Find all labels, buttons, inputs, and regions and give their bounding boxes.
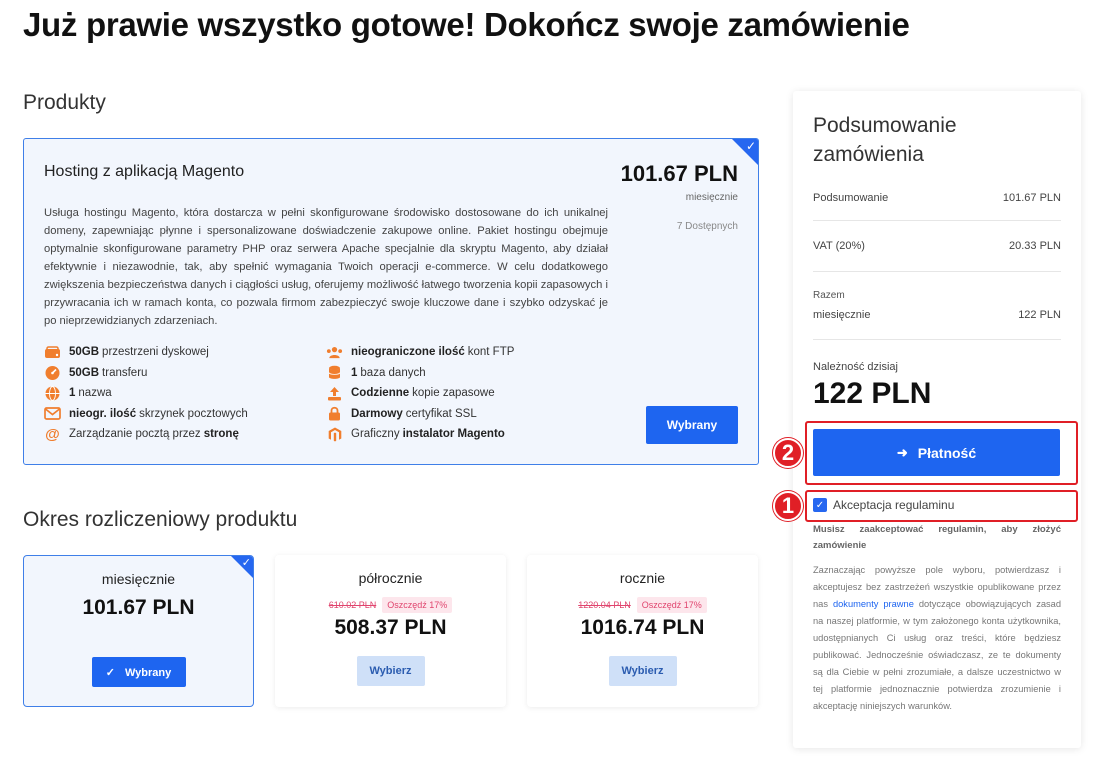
feature-text: skrzynek pocztowych — [139, 407, 248, 420]
feature-text: certyfikat SSL — [405, 407, 477, 420]
check-icon: ✓ — [105, 666, 115, 679]
annotation-badge-1: 1 — [773, 491, 803, 521]
globe-icon — [44, 385, 61, 401]
feature-text: transferu — [102, 366, 148, 379]
check-icon: ✓ — [745, 139, 756, 153]
billing-save-badge: Oszczędź 17% — [636, 597, 707, 613]
legal-documents-link[interactable]: dokumenty prawne — [833, 599, 914, 609]
feature-list: 50GB przestrzeni dyskowej nieograniczone … — [44, 343, 624, 444]
feature-text: przestrzeni dyskowej — [102, 346, 209, 359]
upload-icon — [326, 386, 343, 401]
feature-bold: 1 — [69, 387, 76, 400]
lock-icon — [326, 406, 343, 421]
billing-choose-button[interactable]: Wybierz — [608, 656, 677, 686]
product-description: Usługa hostingu Magento, która dostarcza… — [44, 207, 608, 327]
product-card[interactable]: ✓ Hosting z aplikacją Magento 101.67 PLN… — [23, 138, 759, 465]
feature-item: 50GB transferu — [44, 364, 326, 383]
due-today-amount: 122 PLN — [813, 377, 932, 410]
envelope-icon — [44, 406, 61, 421]
feature-bold: nieograniczone ilość — [351, 346, 465, 359]
summary-total-row: miesięcznie 122 PLN — [813, 309, 1061, 321]
terms-warning: Musisz zaakceptować regulamin, aby złoży… — [813, 524, 1061, 551]
feature-item: Graficzny instalator Magento — [326, 425, 616, 444]
billing-discount-row: 610.02 PLN Oszczędź 17% — [275, 597, 506, 613]
billing-old-price: 1220.04 PLN — [578, 600, 631, 610]
feature-text: kont FTP — [467, 346, 515, 359]
feature-bold: Darmowy — [351, 407, 403, 420]
billing-price: 101.67 PLN — [82, 596, 195, 619]
feature-item: nieogr. ilość skrzynek pocztowych — [44, 405, 326, 424]
feature-bold: nieogr. ilość — [69, 407, 137, 420]
terms-text: Zaznaczając powyższe pole wyboru, potwie… — [813, 562, 1061, 715]
highlight-pay-box — [805, 421, 1078, 485]
feature-item: Codzienne kopie zapasowe — [326, 384, 616, 403]
product-period: miesięcznie — [685, 192, 738, 203]
feature-bold: stronę — [203, 428, 239, 441]
billing-button-label: Wybrany — [124, 666, 172, 679]
total-label: miesięcznie — [813, 309, 871, 321]
terms-text-part: dotyczące obowiązujących zasad na naszej… — [813, 599, 1062, 711]
billing-option-monthly[interactable]: ✓ miesięcznie 101.67 PLN ✓ Wybrany — [23, 555, 254, 707]
feature-bold: Codzienne — [351, 387, 410, 400]
feature-item: @ Zarządzanie pocztą przez stronę — [44, 425, 326, 444]
product-availability: 7 Dostępnych — [676, 221, 738, 232]
feature-bold: 1 — [351, 366, 358, 379]
billing-section-title: Okres rozliczeniowy produktu — [23, 508, 298, 531]
product-selected-button[interactable]: Wybrany — [646, 406, 738, 444]
users-icon — [326, 345, 343, 360]
summary-subtotal-row: Podsumowanie 101.67 PLN — [813, 192, 1061, 204]
due-today-label: Należność dzisiaj — [813, 361, 898, 373]
divider — [813, 271, 1061, 272]
billing-old-price: 610.02 PLN — [328, 600, 377, 610]
feature-bold: 50GB — [69, 346, 100, 359]
billing-selected-button[interactable]: ✓ Wybrany — [91, 657, 186, 687]
check-icon: ✓ — [241, 557, 251, 569]
divider — [813, 220, 1061, 221]
billing-label: rocznie — [619, 570, 666, 586]
vat-value: 20.33 PLN — [1009, 240, 1061, 252]
subtotal-value: 101.67 PLN — [1002, 192, 1061, 204]
billing-price: 1016.74 PLN — [580, 616, 705, 639]
magento-icon — [326, 427, 343, 442]
billing-label: miesięcznie — [101, 571, 176, 587]
feature-text: Graficzny — [351, 428, 400, 441]
feature-bold: instalator Magento — [402, 428, 505, 441]
feature-item: Darmowy certyfikat SSL — [326, 405, 616, 424]
billing-label: półrocznie — [358, 570, 423, 586]
summary-title: Podsumowanie zamówienia — [813, 114, 957, 166]
feature-text: kopie zapasowe — [412, 387, 495, 400]
order-summary: Podsumowanie zamówienia Podsumowanie 101… — [793, 91, 1081, 748]
billing-price: 508.37 PLN — [334, 616, 447, 639]
product-name: Hosting z aplikacją Magento — [44, 163, 245, 180]
highlight-terms-box — [805, 490, 1078, 522]
database-icon — [326, 365, 343, 380]
feature-text: baza danych — [360, 366, 426, 379]
total-caption: Razem — [813, 290, 845, 301]
feature-item: 50GB przestrzeni dyskowej — [44, 343, 326, 362]
product-price: 101.67 PLN — [620, 161, 738, 186]
feature-text: Zarządzanie pocztą przez — [69, 428, 201, 441]
products-section-title: Produkty — [23, 91, 106, 114]
speedometer-icon — [44, 365, 61, 381]
billing-choose-button[interactable]: Wybierz — [356, 656, 425, 686]
feature-text: nazwa — [78, 387, 112, 400]
total-value: 122 PLN — [1018, 309, 1061, 321]
page-title: Już prawie wszystko gotowe! Dokończ swoj… — [23, 6, 910, 43]
subtotal-label: Podsumowanie — [813, 192, 889, 204]
at-icon: @ — [45, 425, 60, 443]
vat-label: VAT (20%) — [813, 240, 865, 252]
disk-icon — [44, 345, 61, 360]
divider — [813, 339, 1061, 340]
billing-option-yearly[interactable]: rocznie 1220.04 PLN Oszczędź 17% 1016.74… — [527, 555, 758, 707]
feature-item: 1 nazwa — [44, 384, 326, 403]
billing-option-halfyear[interactable]: półrocznie 610.02 PLN Oszczędź 17% 508.3… — [275, 555, 506, 707]
annotation-badge-2: 2 — [773, 438, 803, 468]
billing-save-badge: Oszczędź 17% — [382, 597, 453, 613]
feature-item: nieograniczone ilość kont FTP — [326, 343, 616, 362]
summary-vat-row: VAT (20%) 20.33 PLN — [813, 240, 1061, 252]
feature-bold: 50GB — [69, 366, 100, 379]
feature-item: 1 baza danych — [326, 364, 616, 383]
billing-discount-row: 1220.04 PLN Oszczędź 17% — [527, 597, 758, 613]
